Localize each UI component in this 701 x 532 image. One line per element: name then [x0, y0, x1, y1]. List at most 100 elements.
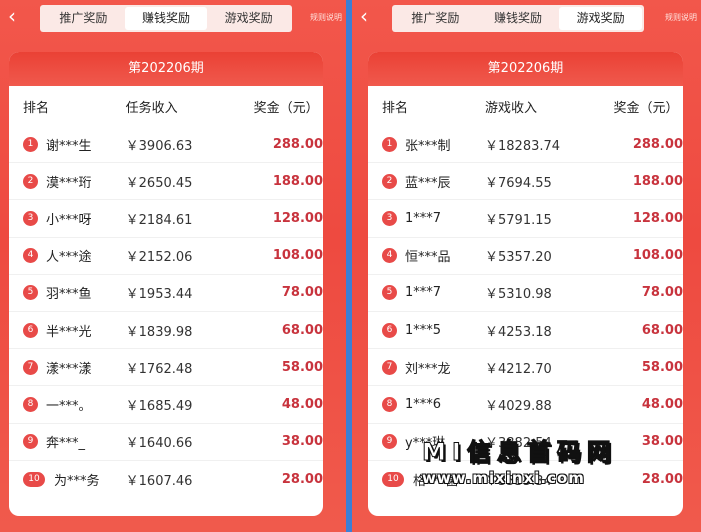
rank-badge: 7	[23, 359, 38, 375]
rank-badge: 3	[23, 210, 38, 226]
user-name: 羽***鱼	[46, 287, 92, 303]
user-name: 1***7	[405, 210, 442, 226]
prize-value: 68.00	[641, 322, 683, 338]
rank-cell: 8 1***6	[382, 396, 485, 412]
back-arrow-icon[interactable]: ‹	[8, 6, 24, 26]
income-value: ￥1839.98	[125, 324, 193, 340]
rank-badge: 4	[382, 248, 397, 264]
income-value: ￥3535.34	[485, 473, 552, 489]
table-row: 9 奔***_ ￥1640.66 38.00	[9, 424, 323, 461]
user-name: 漠***珩	[46, 175, 92, 191]
rank-header: 排名	[382, 100, 409, 116]
user-name: 人***途	[46, 250, 92, 266]
table-row: 3 1***7 ￥5791.15 128.00	[368, 200, 683, 238]
rank-cell: 10 格***菌	[382, 470, 485, 489]
table-row: 2 漠***珩 ￥2650.45 188.00	[9, 163, 323, 201]
tab-earning[interactable]: 赚钱奖励	[124, 7, 208, 30]
prize-value: 128.00	[632, 210, 683, 226]
income-value: ￥4212.70	[485, 361, 552, 377]
income-value: ￥1762.48	[125, 361, 193, 377]
tab-game[interactable]: 游戏奖励	[207, 7, 290, 30]
rank-cell: 6 半***光	[23, 321, 126, 340]
table-row: 6 半***光 ￥1839.98 68.00	[9, 312, 323, 350]
rank-cell: 3 1***7	[382, 210, 485, 226]
rank-badge: 9	[23, 434, 38, 450]
income-value: ￥18283.74	[485, 138, 561, 154]
rules-link[interactable]: 规则说明	[665, 12, 697, 23]
income-value: ￥1685.49	[125, 398, 193, 414]
leaderboard-rows: 1 张***制 ￥18283.74 288.00 2 蓝***辰 ￥7694.55 188.0…	[368, 126, 683, 498]
rank-badge: 8	[23, 396, 38, 412]
prize-value: 108.00	[632, 248, 683, 264]
income-value: ￥5791.15	[485, 212, 552, 228]
prize-value: 188.00	[272, 173, 323, 189]
table-row: 10 格***菌 ￥3535.34 28.00	[368, 461, 683, 498]
income-header: 游戏收入	[485, 100, 538, 116]
tab-game[interactable]: 游戏奖励	[559, 7, 643, 30]
income-value: ￥1607.46	[125, 473, 193, 489]
prize-value: 28.00	[641, 471, 683, 487]
table-row: 2 蓝***辰 ￥7694.55 188.00	[368, 163, 683, 201]
leaderboard-card: 第202206期 排名 任务收入 奖金（元） 1 谢***生 ￥3906.63 288…	[9, 52, 323, 516]
user-name: 格***菌	[413, 473, 459, 489]
rank-cell: 6 1***5	[382, 322, 485, 338]
table-row: 6 1***5 ￥4253.18 68.00	[368, 312, 683, 350]
top-bar: ‹ 推广奖励 赚钱奖励 游戏奖励 规则说明	[0, 0, 346, 40]
rank-cell: 1 张***制	[382, 135, 485, 154]
table-row: 10 为***务 ￥1607.46 28.00	[9, 461, 323, 498]
rank-badge: 6	[382, 322, 397, 338]
prize-value: 78.00	[641, 285, 683, 301]
income-value: ￥3882.54	[485, 436, 552, 452]
income-header: 任务收入	[125, 100, 178, 116]
table-row: 8 一***。 ￥1685.49 48.00	[9, 386, 323, 424]
rank-header: 排名	[23, 100, 50, 116]
rank-badge: 5	[23, 285, 38, 301]
column-header: 排名 游戏收入 奖金（元）	[368, 86, 683, 126]
user-name: 为***务	[54, 473, 100, 489]
user-name: 小***呀	[46, 212, 92, 228]
rank-badge: 2	[382, 173, 397, 189]
period-title: 第202206期	[368, 52, 683, 86]
user-name: 漾***漾	[46, 361, 92, 377]
rank-badge: 4	[23, 248, 38, 264]
table-row: 7 漾***漾 ￥1762.48 58.00	[9, 349, 323, 387]
rank-badge: 7	[382, 359, 397, 375]
prize-header: 奖金（元）	[613, 100, 679, 116]
tab-promotion[interactable]: 推广奖励	[394, 7, 477, 30]
user-name: 半***光	[46, 324, 92, 340]
prize-value: 48.00	[281, 396, 323, 412]
reward-tabs: 推广奖励 赚钱奖励 游戏奖励	[40, 5, 292, 32]
rank-badge: 10	[23, 471, 45, 487]
reward-tabs: 推广奖励 赚钱奖励 游戏奖励	[392, 5, 644, 32]
leaderboard-card: 第202206期 排名 游戏收入 奖金（元） 1 张***制 ￥18283.74 28…	[368, 52, 683, 516]
tab-earning[interactable]: 赚钱奖励	[477, 7, 560, 30]
user-name: 刘***龙	[405, 361, 451, 377]
right-panel: ‹ 推广奖励 赚钱奖励 游戏奖励 规则说明 第202206期 排名 游戏收入 奖…	[352, 0, 701, 532]
prize-value: 288.00	[632, 136, 683, 152]
income-value: ￥2152.06	[125, 250, 193, 266]
prize-value: 128.00	[272, 210, 323, 226]
rank-badge: 1	[382, 136, 397, 152]
tab-promotion[interactable]: 推广奖励	[42, 7, 125, 30]
back-arrow-icon[interactable]: ‹	[360, 6, 376, 26]
rank-cell: 8 一***。	[23, 395, 126, 414]
rules-link[interactable]: 规则说明	[310, 12, 342, 23]
prize-value: 108.00	[272, 248, 323, 264]
prize-value: 48.00	[641, 396, 683, 412]
rank-cell: 4 恒***品	[382, 246, 485, 265]
rank-cell: 9 奔***_	[23, 432, 126, 451]
income-value: ￥5310.98	[485, 287, 552, 303]
user-name: 谢***生	[46, 138, 92, 154]
rank-cell: 2 漠***珩	[23, 172, 126, 191]
user-name: 1***5	[405, 322, 442, 338]
prize-value: 28.00	[281, 471, 323, 487]
income-value: ￥2184.61	[125, 212, 193, 228]
income-value: ￥1640.66	[125, 436, 193, 452]
user-name: y***琳	[405, 436, 446, 452]
table-row: 3 小***呀 ￥2184.61 128.00	[9, 200, 323, 238]
rank-cell: 7 漾***漾	[23, 358, 126, 377]
top-bar: ‹ 推广奖励 赚钱奖励 游戏奖励 规则说明	[352, 0, 701, 40]
user-name: 1***7	[405, 285, 442, 301]
income-value: ￥4029.88	[485, 398, 552, 414]
user-name: 一***。	[46, 398, 92, 414]
